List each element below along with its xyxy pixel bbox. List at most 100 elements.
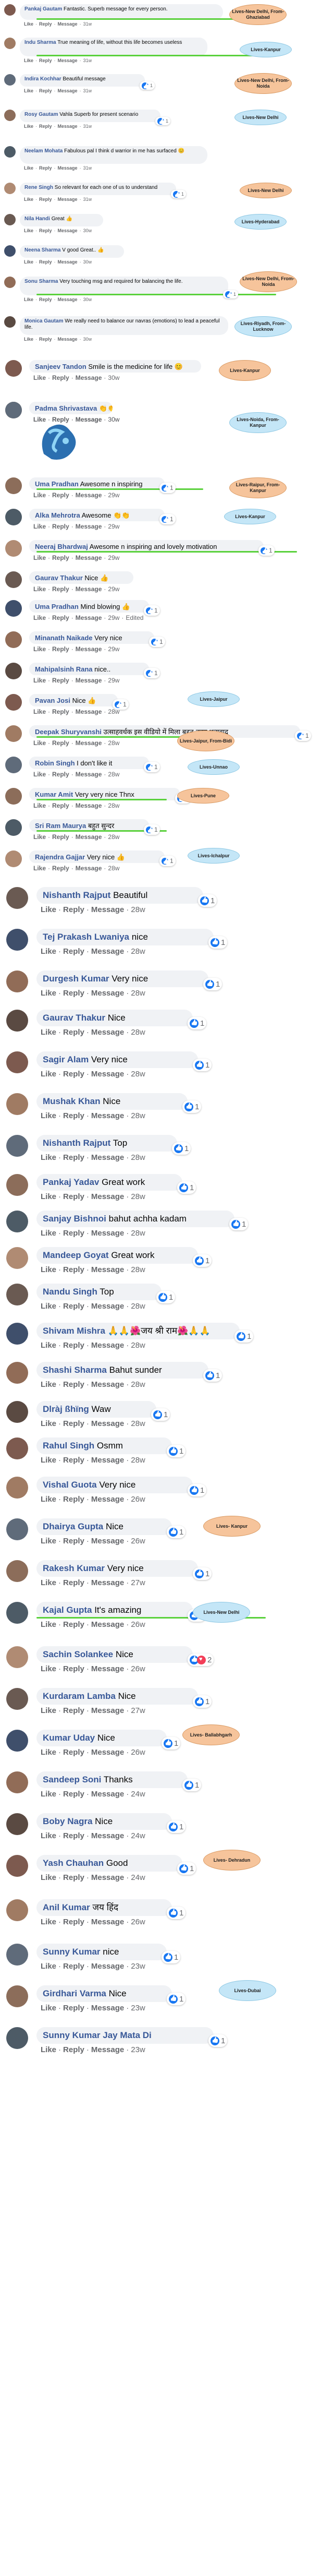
like-button[interactable]: Like [33,523,46,530]
like-button[interactable]: Like [41,1229,56,1238]
reply-button[interactable]: Reply [39,337,52,342]
avatar[interactable] [6,1688,28,1710]
avatar[interactable] [6,1401,28,1423]
like-button[interactable]: Like [33,739,46,747]
avatar[interactable] [6,1093,28,1115]
comment-timestamp[interactable]: 31w [83,58,92,63]
like-button[interactable]: Like [41,2045,56,2054]
avatar[interactable] [4,4,16,16]
comment-timestamp[interactable]: 30w [83,228,92,233]
reply-button[interactable]: Reply [52,523,69,530]
comment-timestamp[interactable]: 26w [131,1537,145,1545]
like-button[interactable]: Like [41,905,56,914]
like-button[interactable]: Like [41,1192,56,1201]
message-button[interactable]: Message [58,165,78,171]
reaction-count[interactable]: 1 [159,514,176,524]
commenter-name[interactable]: Nishanth Rajput [43,890,110,900]
avatar[interactable] [5,360,22,377]
reply-button[interactable]: Reply [39,228,52,233]
message-button[interactable]: Message [91,2004,124,2012]
like-button[interactable]: Like [33,645,46,653]
message-button[interactable]: Message [91,1962,124,1971]
reaction-count[interactable]: 1 [167,1907,186,1919]
like-button[interactable]: Like [24,259,33,265]
commenter-name[interactable]: Tej Prakash Lwaniya [43,932,129,942]
comment-timestamp[interactable]: 24w [131,1790,145,1799]
reaction-count[interactable]: 1 [149,637,165,647]
avatar[interactable] [6,1944,28,1966]
comment-timestamp[interactable]: 28w [131,905,145,914]
avatar[interactable] [6,1135,28,1157]
reaction-count[interactable]: 1 [193,1695,212,1708]
comment-timestamp[interactable]: 31w [83,21,92,27]
message-button[interactable]: Message [91,1380,124,1389]
like-button[interactable]: Like [41,1456,56,1465]
comment-timestamp[interactable]: 30w [108,374,119,381]
comment-timestamp[interactable]: 30w [83,259,92,265]
message-button[interactable]: Message [91,1229,124,1238]
like-button[interactable]: Like [41,1790,56,1799]
reaction-count[interactable]: 2 [188,1654,214,1666]
like-button[interactable]: Like [41,1706,56,1715]
reply-button[interactable]: Reply [63,947,84,956]
reaction-count[interactable]: 1 [159,856,176,866]
reply-button[interactable]: Reply [52,802,69,809]
commenter-name[interactable]: Deepak Shuryvanshi [35,728,102,736]
comment-timestamp[interactable]: 28w [131,1070,145,1079]
comment-timestamp[interactable]: 28w [108,833,119,841]
like-button[interactable]: Like [33,833,46,841]
reply-button[interactable]: Reply [63,1537,84,1545]
comment-timestamp[interactable]: 24w [131,1831,145,1840]
commenter-name[interactable]: Minanath Naikade [35,634,93,642]
commenter-name[interactable]: Padma Shrivastava [35,404,97,412]
reaction-count[interactable]: 1 [223,290,239,298]
reply-button[interactable]: Reply [39,88,52,93]
reply-button[interactable]: Reply [63,2045,84,2054]
commenter-name[interactable]: Sri Ram Maurya [35,822,86,830]
like-button[interactable]: Like [33,554,46,561]
like-button[interactable]: Like [33,708,46,715]
commenter-name[interactable]: Indu Sharma [24,40,56,45]
reaction-count[interactable]: 1 [229,1218,249,1230]
reaction-count[interactable]: 1 [234,1330,254,1343]
commenter-name[interactable]: Nishanth Rajput [43,1138,110,1148]
commenter-name[interactable]: Shivam Mishra [43,1326,105,1336]
reply-button[interactable]: Reply [39,58,52,63]
avatar[interactable] [4,277,16,288]
reaction-count[interactable]: 1 [198,894,217,907]
reply-button[interactable]: Reply [63,1302,84,1311]
reply-button[interactable]: Reply [52,708,69,715]
reaction-count[interactable]: 1 [167,1526,186,1538]
commenter-name[interactable]: Nandu Singh [43,1287,97,1297]
like-button[interactable]: Like [41,1578,56,1587]
avatar[interactable] [5,402,22,418]
avatar[interactable] [6,971,28,992]
message-button[interactable]: Message [91,1620,124,1629]
like-button[interactable]: Like [41,1873,56,1882]
comment-timestamp[interactable]: 28w [131,1111,145,1120]
reaction-count[interactable]: 1 [167,1993,186,2005]
reaction-count[interactable]: 1 [167,1445,186,1457]
comment-timestamp[interactable]: 28w [108,865,119,872]
like-button[interactable]: Like [41,1495,56,1504]
avatar[interactable] [4,316,16,328]
avatar[interactable] [4,146,16,158]
avatar[interactable] [6,1899,28,1921]
reaction-count[interactable]: 1 [208,936,228,949]
commenter-name[interactable]: Kumar Uday [43,1733,95,1743]
commenter-name[interactable]: Kurdaram Lamba [43,1691,116,1701]
like-button[interactable]: Like [33,585,46,593]
reply-button[interactable]: Reply [39,197,52,202]
reaction-count[interactable]: 1 [203,978,222,990]
like-button[interactable]: Like [33,614,46,621]
commenter-name[interactable]: Dlràj ßhïng [43,1404,89,1414]
avatar[interactable] [4,183,16,194]
commenter-name[interactable]: Rene Singh [24,185,53,190]
reaction-count[interactable]: 1 [144,824,160,835]
reaction-count[interactable]: 1 [159,483,176,493]
reply-button[interactable]: Reply [63,1831,84,1840]
avatar[interactable] [6,1646,28,1668]
avatar[interactable] [5,509,22,525]
reaction-count[interactable]: 1 [144,762,160,772]
avatar[interactable] [5,540,22,557]
